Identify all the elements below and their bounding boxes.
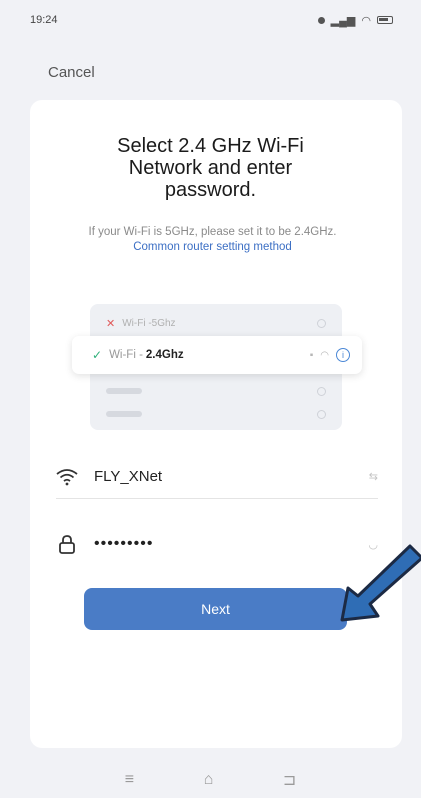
title-line-1: Select 2.4 GHz Wi-Fi	[117, 135, 304, 157]
switch-network-icon[interactable]: ⇆	[369, 470, 378, 483]
illustration-row-2-4ghz: ✓ Wi-Fi - 2.4Ghz ▪ ◠ i	[72, 336, 362, 374]
arrow-icon	[340, 544, 421, 622]
password-value: •••••••••	[94, 535, 154, 552]
placeholder-bar	[106, 411, 142, 417]
next-button[interactable]: Next	[84, 588, 347, 630]
battery-icon	[377, 16, 393, 24]
row-5g-band: 5Ghz	[151, 317, 176, 329]
menu-icon[interactable]: ≡	[125, 771, 134, 789]
row-mark	[317, 386, 326, 396]
hint-body: If your Wi-Fi is 5GHz, please set it to …	[88, 226, 337, 238]
system-nav-bar: ≡ ⌂ ⊐	[0, 762, 421, 798]
illustration-row-blank-1	[106, 380, 326, 402]
signal-icon: ▂▄▆	[330, 14, 356, 27]
check-icon: ✓	[92, 348, 103, 362]
network-field[interactable]: FLY_XNet ⇆	[56, 455, 378, 499]
wifi-status-icon: ◠	[361, 14, 371, 27]
page-title: Select 2.4 GHz Wi-Fi Network and enter p…	[0, 135, 421, 201]
illustration-row-5ghz: ✕ Wi-Fi - 5Ghz	[106, 312, 326, 334]
back-icon[interactable]: ⊐	[283, 770, 296, 790]
wifi-icon	[56, 468, 78, 486]
row-24-prefix: Wi-Fi -	[109, 349, 143, 361]
row-icons: ▪ ◠ i	[310, 348, 350, 362]
status-time: 19:24	[30, 14, 58, 26]
hint-text: If your Wi-Fi is 5GHz, please set it to …	[70, 225, 355, 255]
screen: 19:24 ▂▄▆ ◠ Cancel Select 2.4 GHz Wi-Fi …	[0, 0, 421, 798]
status-icons: ▂▄▆ ◠	[317, 14, 393, 27]
title-line-3: password.	[164, 179, 257, 201]
placeholder-bar	[106, 388, 142, 394]
cross-icon: ✕	[106, 317, 116, 330]
notification-icon	[317, 16, 325, 24]
status-bar: 19:24 ▂▄▆ ◠	[0, 0, 421, 40]
illustration-row-blank-2	[106, 403, 326, 425]
wifi-small-icon: ◠	[320, 349, 329, 361]
home-icon[interactable]: ⌂	[204, 771, 214, 789]
info-icon: i	[336, 348, 350, 362]
lock-small-icon: ▪	[309, 349, 314, 361]
network-name: FLY_XNet	[94, 468, 163, 485]
lock-icon	[56, 534, 78, 554]
router-setting-link[interactable]: Common router setting method	[133, 241, 292, 253]
row-mark	[317, 409, 326, 419]
row-5g-prefix: Wi-Fi -	[122, 317, 152, 329]
title-line-2: Network and enter	[128, 157, 293, 179]
row-mark	[317, 318, 326, 328]
cancel-button[interactable]: Cancel	[48, 64, 95, 81]
row-24-band: 2.4Ghz	[145, 349, 184, 361]
